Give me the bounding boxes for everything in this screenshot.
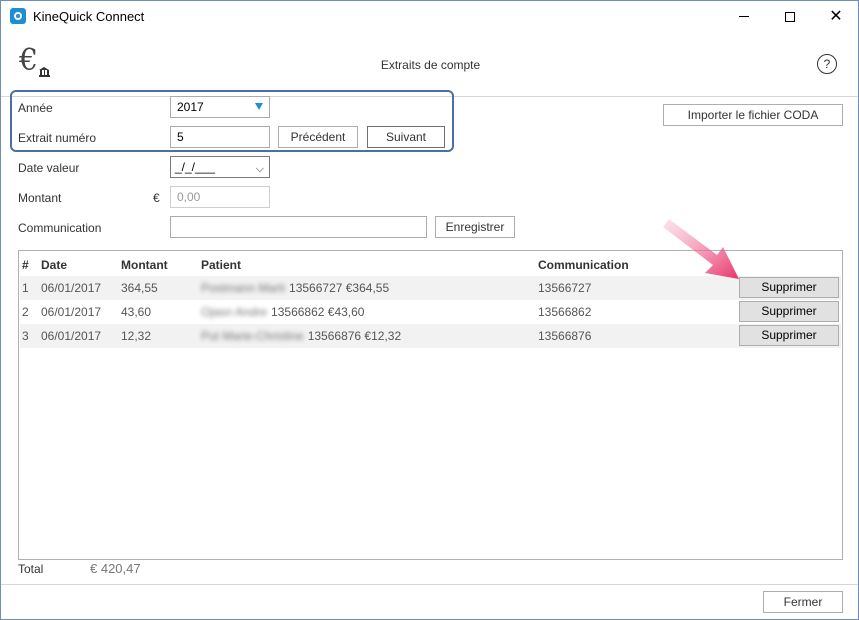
annee-label: Année — [18, 101, 53, 115]
patient-name-blurred: Put Marie-Christine — [201, 329, 304, 343]
montant-input[interactable]: 0,00 — [170, 186, 270, 208]
transactions-table: # Date Montant Patient Communication 1 0… — [18, 250, 843, 560]
suivant-button[interactable]: Suivant — [367, 126, 445, 148]
annotation-arrow-icon — [663, 219, 739, 279]
annee-select[interactable]: 2017 — [170, 96, 270, 118]
communication-input[interactable] — [170, 216, 427, 238]
total-value: € 420,47 — [90, 561, 141, 576]
supprimer-button[interactable]: Supprimer — [739, 277, 839, 298]
app-logo-icon — [10, 8, 26, 24]
extrait-label: Extrait numéro — [18, 131, 97, 145]
extrait-input[interactable]: 5 — [170, 126, 270, 148]
supprimer-button[interactable]: Supprimer — [739, 325, 839, 346]
minimize-icon — [739, 16, 749, 17]
date-valeur-label: Date valeur — [18, 161, 80, 175]
annee-value: 2017 — [177, 100, 204, 114]
help-button[interactable]: ? — [817, 54, 837, 74]
patient-name-blurred: Postmann Marti — [201, 281, 286, 295]
app-window: KineQuick Connect ✕ € Extraits de compte… — [0, 0, 859, 620]
communication-label: Communication — [18, 221, 102, 235]
footer-divider — [1, 584, 858, 585]
maximize-button[interactable] — [767, 1, 813, 32]
window-title: KineQuick Connect — [33, 9, 145, 24]
minimize-button[interactable] — [721, 1, 767, 32]
import-coda-button[interactable]: Importer le fichier CODA — [663, 104, 843, 126]
date-valeur-value: _/_/___ — [175, 160, 216, 174]
table-row[interactable]: 3 06/01/2017 12,32 Put Marie-Christine 13… — [20, 324, 841, 348]
supprimer-button[interactable]: Supprimer — [739, 301, 839, 322]
table-row[interactable]: 2 06/01/2017 43,60 Ojasn Andre 13566862 €… — [20, 300, 841, 324]
date-valeur-picker[interactable]: _/_/___ ⌵ — [170, 156, 270, 178]
title-bar[interactable]: KineQuick Connect ✕ — [1, 1, 858, 32]
precedent-button[interactable]: Précédent — [278, 126, 358, 148]
col-header-num: # — [22, 258, 29, 272]
close-icon: ✕ — [829, 7, 843, 25]
dropdown-arrow-icon — [255, 103, 263, 110]
enregistrer-button[interactable]: Enregistrer — [435, 216, 515, 238]
col-header-communication: Communication — [538, 258, 629, 272]
patient-name-blurred: Ojasn Andre — [201, 305, 268, 319]
chevron-down-icon: ⌵ — [255, 163, 264, 175]
col-header-patient: Patient — [201, 258, 242, 272]
col-header-date: Date — [41, 258, 68, 272]
maximize-icon — [785, 11, 795, 22]
montant-label: Montant — [18, 191, 62, 205]
total-label: Total — [18, 562, 44, 576]
montant-currency: € — [153, 191, 160, 205]
close-window-button[interactable]: ✕ — [813, 1, 859, 32]
fermer-button[interactable]: Fermer — [763, 591, 843, 613]
col-header-montant: Montant — [121, 258, 168, 272]
page-title: Extraits de compte — [380, 58, 481, 72]
